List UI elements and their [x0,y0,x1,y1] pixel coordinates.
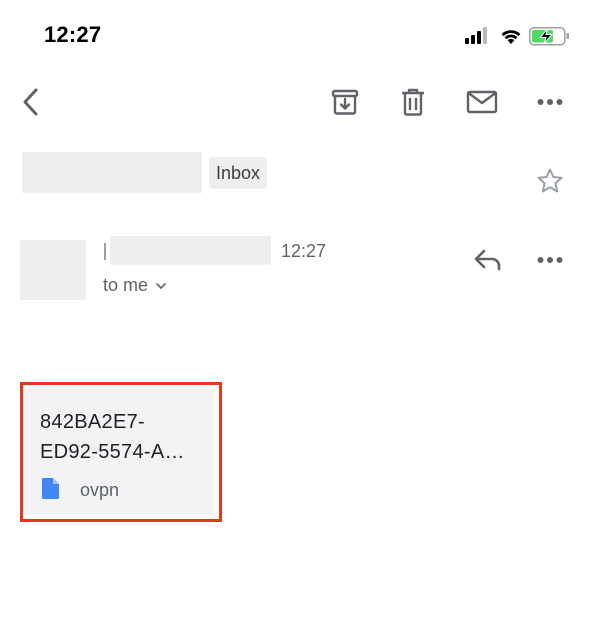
more-options-button[interactable] [528,80,572,124]
more-icon [537,257,563,263]
sender-avatar[interactable] [20,240,86,300]
sender-name-cursor [104,243,106,260]
delete-button[interactable] [391,80,435,124]
recipient-details-toggle[interactable]: to me [103,275,167,296]
message-time: 12:27 [281,241,327,261]
inbox-label-chip[interactable]: Inbox [209,157,268,189]
status-time: 12:27 [44,22,102,47]
battery-charging-icon [529,27,569,46]
sender-name-redacted [110,236,271,265]
star-icon [537,168,563,193]
back-button[interactable] [10,80,54,124]
attachment-filename: 842BA2E7- ED92-5574-A… [40,407,200,467]
reply-button[interactable] [466,238,510,282]
archive-button[interactable] [323,80,367,124]
wifi-icon [501,30,521,44]
attachment-card[interactable]: 842BA2E7- ED92-5574-A… ovpn [25,389,213,514]
star-button[interactable] [532,163,568,199]
mark-unread-button[interactable] [460,80,504,124]
subject-redacted [22,152,202,193]
more-icon [537,99,563,105]
chevron-down-icon [156,282,166,289]
back-icon [23,88,38,116]
message-more-button[interactable] [528,238,572,282]
reply-icon [474,249,501,271]
recipient-label: to me [103,275,149,295]
attachment-filename-line-1: 842BA2E7- [40,411,145,433]
trash-icon [402,88,424,116]
mail-icon [466,90,498,114]
archive-icon [331,89,359,115]
status-icons [463,24,573,48]
signal-icon [465,27,487,44]
attachment-type: ovpn [80,480,120,500]
file-icon [42,478,59,499]
attachment-filename-line-2: ED92-5574-A… [40,441,185,463]
